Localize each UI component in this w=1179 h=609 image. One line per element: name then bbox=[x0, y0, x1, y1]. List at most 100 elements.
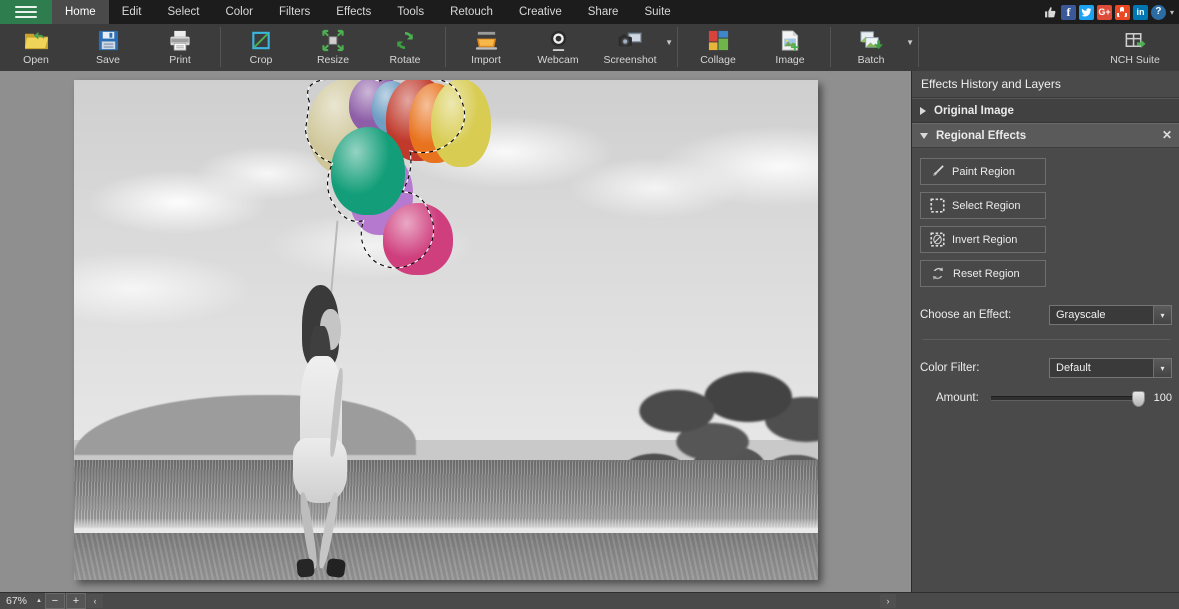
image-button[interactable]: Image bbox=[754, 24, 826, 74]
regional-effects-body: Paint Region Select Region Invert Region bbox=[912, 148, 1179, 404]
menu-tab-color[interactable]: Color bbox=[212, 0, 265, 24]
toolbar-separator bbox=[445, 27, 446, 67]
section-original-image[interactable]: Original Image bbox=[912, 98, 1179, 123]
menu-tab-select[interactable]: Select bbox=[155, 0, 213, 24]
section-regional-effects-label: Regional Effects bbox=[936, 130, 1026, 142]
crop-button-label: Crop bbox=[250, 54, 273, 66]
section-regional-effects[interactable]: Regional Effects ✕ bbox=[912, 123, 1179, 148]
zoom-out-button[interactable]: − bbox=[45, 593, 65, 609]
panel-divider bbox=[922, 339, 1170, 340]
menu-overflow-caret-icon[interactable]: ▾ bbox=[1169, 8, 1174, 17]
crop-button[interactable]: Crop bbox=[225, 24, 297, 74]
facebook-icon[interactable]: f bbox=[1061, 5, 1076, 20]
menu-tab-retouch[interactable]: Retouch bbox=[437, 0, 506, 24]
open-folder-icon bbox=[24, 27, 49, 53]
zoom-stepper[interactable]: ▲ bbox=[33, 594, 45, 608]
rotate-button[interactable]: Rotate bbox=[369, 24, 441, 74]
menu-tab-edit[interactable]: Edit bbox=[109, 0, 155, 24]
reset-region-button[interactable]: Reset Region bbox=[920, 260, 1046, 287]
image-canvas-area[interactable] bbox=[0, 71, 911, 592]
twitter-icon[interactable] bbox=[1079, 5, 1094, 20]
batch-button-label: Batch bbox=[858, 54, 885, 66]
woman-figure bbox=[279, 285, 383, 580]
color-filter-row: Color Filter: Default ▾ bbox=[920, 358, 1172, 378]
menu-tab-creative-label: Creative bbox=[519, 6, 562, 18]
chevron-down-icon[interactable]: ▾ bbox=[1153, 306, 1171, 324]
scroll-right-icon[interactable]: › bbox=[880, 594, 896, 608]
nch-suite-button[interactable]: NCH Suite bbox=[1099, 24, 1171, 74]
screenshot-button-label: Screenshot bbox=[603, 54, 656, 66]
batch-button[interactable]: Batch ▼ bbox=[835, 24, 914, 74]
save-button[interactable]: Save bbox=[72, 24, 144, 74]
batch-dropdown-icon[interactable]: ▼ bbox=[906, 38, 914, 47]
menu-tab-filters-label: Filters bbox=[279, 6, 310, 18]
select-region-label: Select Region bbox=[952, 200, 1021, 212]
main-menu-icon[interactable] bbox=[0, 0, 52, 24]
stumbleupon-icon[interactable] bbox=[1115, 5, 1130, 20]
menu-tab-creative[interactable]: Creative bbox=[506, 0, 575, 24]
webcam-icon bbox=[547, 27, 570, 53]
menu-tab-effects-label: Effects bbox=[336, 6, 371, 18]
menu-tab-retouch-label: Retouch bbox=[450, 6, 493, 18]
menu-tab-tools-label: Tools bbox=[397, 6, 424, 18]
amount-value: 100 bbox=[1146, 392, 1172, 404]
menu-tab-share[interactable]: Share bbox=[575, 0, 632, 24]
help-icon[interactable]: ? bbox=[1151, 5, 1166, 20]
screenshot-dropdown-icon[interactable]: ▼ bbox=[665, 38, 673, 47]
invert-region-icon bbox=[930, 232, 945, 247]
menu-tab-filters[interactable]: Filters bbox=[266, 0, 323, 24]
import-button[interactable]: Import bbox=[450, 24, 522, 74]
batch-icon bbox=[859, 27, 884, 53]
close-icon[interactable]: ✕ bbox=[1162, 128, 1172, 142]
select-region-button[interactable]: Select Region bbox=[920, 192, 1046, 219]
chevron-down-icon[interactable]: ▾ bbox=[1153, 359, 1171, 377]
open-button[interactable]: Open bbox=[0, 24, 72, 74]
print-button[interactable]: Print bbox=[144, 24, 216, 74]
resize-button[interactable]: Resize bbox=[297, 24, 369, 74]
scanner-icon bbox=[474, 27, 499, 53]
amount-slider-handle[interactable] bbox=[1132, 391, 1145, 407]
thumbs-up-icon[interactable] bbox=[1043, 5, 1058, 20]
chevron-down-icon bbox=[920, 133, 928, 139]
photo-frame bbox=[74, 80, 818, 580]
paint-region-label: Paint Region bbox=[952, 166, 1015, 178]
choose-effect-value: Grayscale bbox=[1056, 309, 1153, 321]
zoom-in-button[interactable]: + bbox=[66, 593, 86, 609]
image-add-icon bbox=[778, 27, 802, 53]
menu-tab-tools[interactable]: Tools bbox=[384, 0, 437, 24]
webcam-button[interactable]: Webcam bbox=[522, 24, 594, 74]
marquee-select-icon bbox=[930, 198, 945, 213]
amount-slider-track[interactable] bbox=[991, 396, 1140, 401]
amount-label: Amount: bbox=[936, 392, 979, 404]
panel-title: Effects History and Layers bbox=[912, 71, 1179, 98]
balloon-yellow bbox=[431, 80, 491, 167]
social-share-group: f G+ in ? ▾ bbox=[1043, 0, 1179, 24]
paint-region-button[interactable]: Paint Region bbox=[920, 158, 1046, 185]
choose-effect-select[interactable]: Grayscale ▾ bbox=[1049, 305, 1172, 325]
choose-effect-row: Choose an Effect: Grayscale ▾ bbox=[920, 305, 1172, 325]
color-filter-label: Color Filter: bbox=[920, 362, 979, 374]
balloon-pink bbox=[383, 203, 454, 275]
menu-tab-effects[interactable]: Effects bbox=[323, 0, 384, 24]
invert-region-button[interactable]: Invert Region bbox=[920, 226, 1046, 253]
menu-bar: Home Edit Select Color Filters Effects T… bbox=[0, 0, 1179, 24]
collage-button[interactable]: Collage bbox=[682, 24, 754, 74]
menu-tab-home-label: Home bbox=[65, 6, 96, 18]
scroll-left-icon[interactable]: ‹ bbox=[87, 594, 103, 608]
menu-tab-select-label: Select bbox=[168, 6, 200, 18]
balloon-green bbox=[331, 127, 405, 215]
menu-tab-share-label: Share bbox=[588, 6, 619, 18]
edited-photo[interactable] bbox=[74, 80, 818, 580]
google-plus-icon[interactable]: G+ bbox=[1097, 5, 1112, 20]
menu-tab-suite[interactable]: Suite bbox=[631, 0, 683, 24]
collage-icon bbox=[707, 27, 730, 53]
screenshot-button[interactable]: Screenshot ▼ bbox=[594, 24, 673, 74]
zoom-level-value: 67% bbox=[0, 595, 33, 607]
paintbrush-icon bbox=[930, 164, 945, 179]
grass-field bbox=[74, 460, 818, 530]
color-filter-select[interactable]: Default ▾ bbox=[1049, 358, 1172, 378]
linkedin-icon[interactable]: in bbox=[1133, 5, 1148, 20]
menu-tab-home[interactable]: Home bbox=[52, 0, 109, 24]
menu-tab-suite-label: Suite bbox=[644, 6, 670, 18]
section-original-image-label: Original Image bbox=[934, 105, 1014, 117]
